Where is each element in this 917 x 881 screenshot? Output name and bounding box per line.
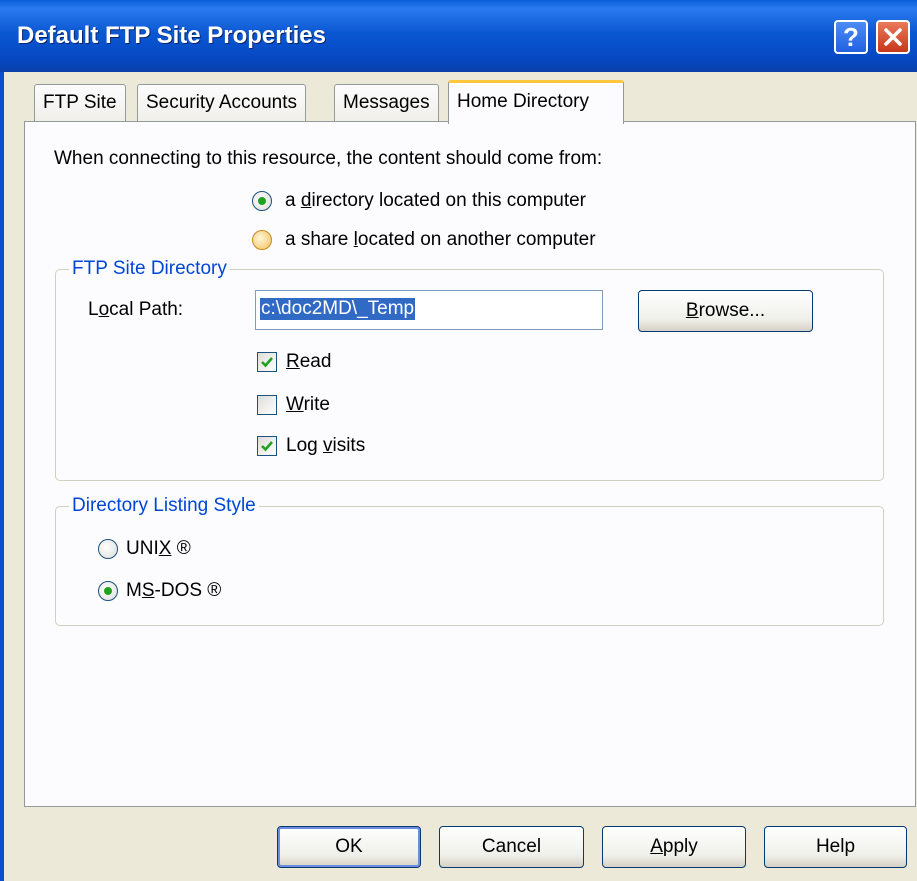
read-label[interactable]: Read	[286, 351, 331, 373]
local-path-value: c:\doc2MD\_Temp	[260, 298, 416, 320]
help-button[interactable]: Help	[764, 826, 907, 868]
home-directory-panel: When connecting to this resource, the co…	[24, 121, 916, 807]
write-checkbox[interactable]	[257, 395, 277, 415]
ftp-site-directory-title: FTP Site Directory	[69, 258, 230, 280]
title-bar[interactable]: Default FTP Site Properties ?	[0, 0, 917, 72]
dialog-window: Default FTP Site Properties ? FTP Site S…	[0, 0, 917, 881]
window-title: Default FTP Site Properties	[17, 22, 326, 49]
local-path-label: Local Path:	[88, 299, 184, 320]
local-path-input[interactable]: c:\doc2MD\_Temp	[255, 290, 603, 330]
window-border	[0, 72, 4, 881]
tab-label: Home Directory	[457, 91, 589, 112]
help-icon[interactable]: ?	[834, 20, 868, 54]
directory-radio[interactable]	[252, 191, 272, 211]
read-checkbox[interactable]	[257, 352, 277, 372]
tab-security-accounts[interactable]: Security Accounts	[137, 84, 307, 122]
log-visits-label[interactable]: Log visits	[286, 435, 365, 457]
share-radio-label[interactable]: a share located on another computer	[285, 229, 596, 251]
close-icon[interactable]	[876, 20, 910, 54]
unix-label[interactable]: UNIX ®	[126, 538, 191, 560]
log-visits-checkbox[interactable]	[257, 436, 277, 456]
listing-style-group	[55, 506, 884, 626]
share-radio[interactable]	[252, 230, 272, 250]
tab-home-directory[interactable]: Home Directory	[448, 80, 624, 124]
tab-messages[interactable]: Messages	[334, 84, 439, 122]
apply-button[interactable]: Apply	[602, 826, 746, 868]
tab-label: Messages	[343, 92, 430, 113]
ok-button[interactable]: OK	[277, 826, 421, 868]
directory-radio-label[interactable]: a directory located on this computer	[285, 190, 586, 212]
cancel-button[interactable]: Cancel	[439, 826, 584, 868]
write-label[interactable]: Write	[286, 394, 330, 416]
tab-label: FTP Site	[43, 92, 117, 113]
tab-ftp-site[interactable]: FTP Site	[34, 84, 126, 122]
content-source-prompt: When connecting to this resource, the co…	[54, 148, 603, 169]
tab-label: Security Accounts	[146, 92, 298, 113]
listing-style-title: Directory Listing Style	[69, 495, 259, 517]
unix-radio[interactable]	[98, 539, 118, 559]
browse-button[interactable]: Browse...	[638, 290, 813, 332]
msdos-label[interactable]: MS-DOS ®	[126, 580, 221, 602]
msdos-radio[interactable]	[98, 581, 118, 601]
